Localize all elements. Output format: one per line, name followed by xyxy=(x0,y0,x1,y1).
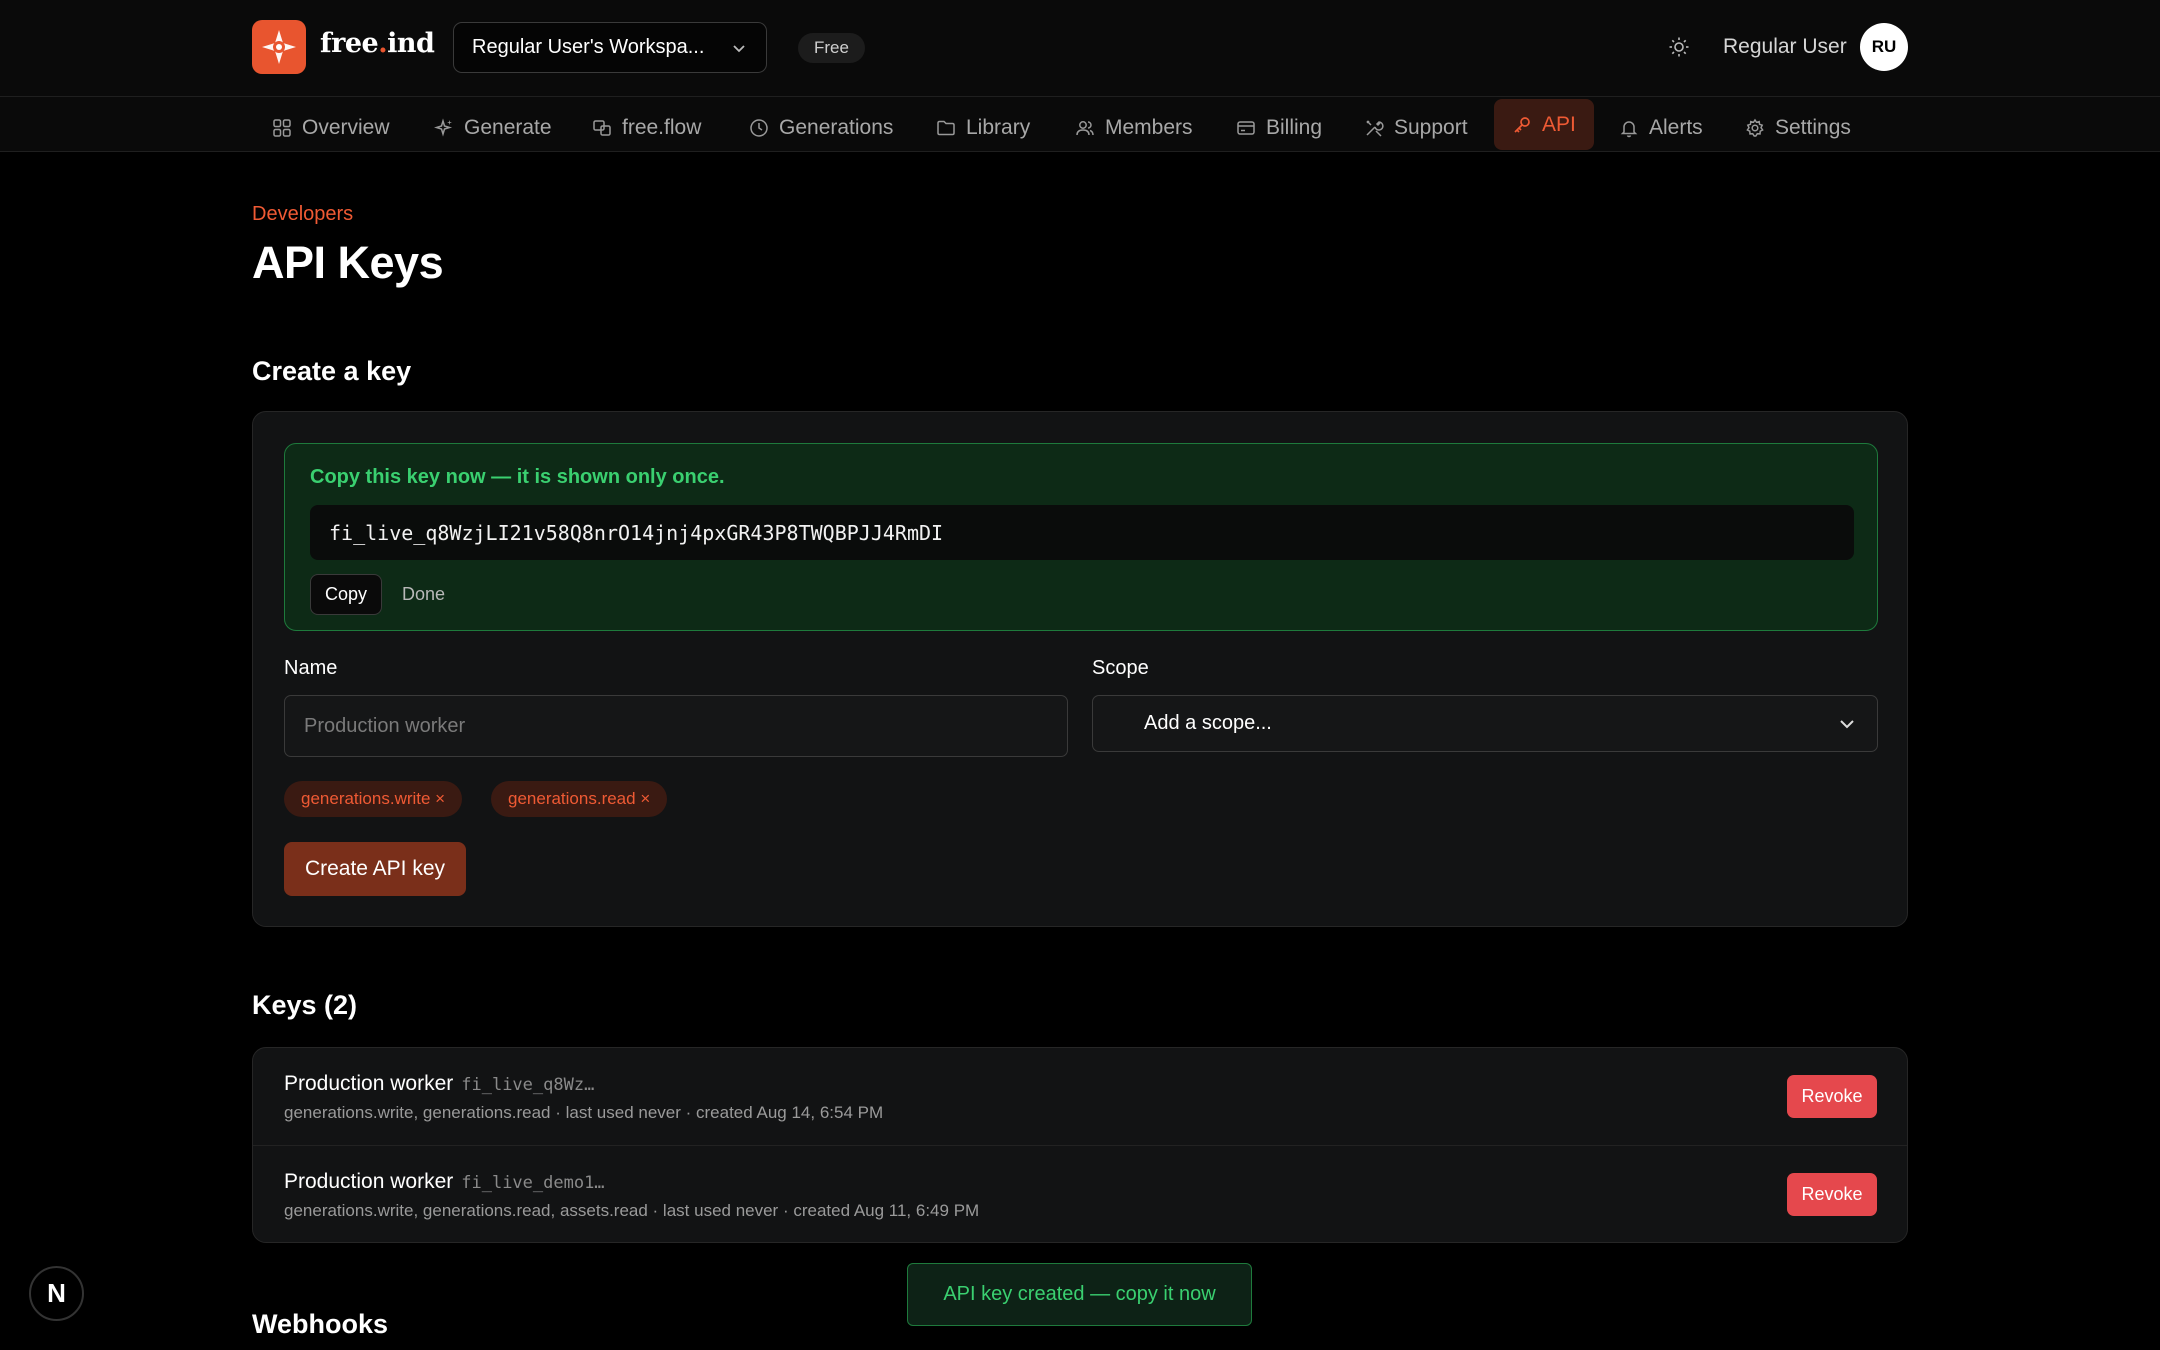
logo-icon[interactable] xyxy=(252,20,306,74)
tools-icon xyxy=(1366,120,1384,137)
tab-api[interactable]: API xyxy=(1494,99,1594,150)
revoke-button[interactable]: Revoke xyxy=(1787,1075,1877,1118)
scope-chip-generations-read[interactable]: generations.read × xyxy=(491,781,668,817)
chevron-down-icon xyxy=(733,45,745,53)
create-key-heading: Create a key xyxy=(252,356,412,386)
folder-icon xyxy=(937,120,955,136)
avatar[interactable]: RU xyxy=(1860,23,1908,71)
plan-badge: Free xyxy=(798,33,865,63)
key-meta: generations.write, generations.read · la… xyxy=(284,1103,884,1122)
workspace-select[interactable]: Regular User's Workspa... xyxy=(453,22,767,73)
tab-generate[interactable]: Generate xyxy=(416,101,570,155)
key-prefix: fi_live_demo1… xyxy=(461,1173,605,1193)
theme-toggle-icon[interactable] xyxy=(1665,33,1693,61)
key-icon xyxy=(1514,116,1530,133)
tab-overview[interactable]: Overview xyxy=(254,101,408,155)
clock-icon xyxy=(750,119,768,137)
flow-icon xyxy=(593,120,611,136)
webhooks-heading: Webhooks xyxy=(252,1309,389,1339)
tab-support[interactable]: Support xyxy=(1346,101,1486,155)
copy-button[interactable]: Copy xyxy=(310,574,383,615)
done-button[interactable]: Done xyxy=(398,574,449,615)
tab-alerts[interactable]: Alerts xyxy=(1601,101,1721,155)
list-item: Production worker fi_live_demo1… generati… xyxy=(253,1145,1907,1242)
chevron-down-icon xyxy=(1840,720,1854,729)
sparkle-icon xyxy=(434,118,453,137)
bell-icon xyxy=(1620,121,1638,138)
keys-list: Production worker fi_live_q8Wz… generatio… xyxy=(252,1047,1908,1243)
tab-members[interactable]: Members xyxy=(1057,101,1211,155)
name-input[interactable] xyxy=(284,695,1068,757)
key-meta: generations.write, generations.read, ass… xyxy=(284,1201,980,1220)
key-prefix: fi_live_q8Wz… xyxy=(461,1075,595,1095)
tab-library[interactable]: Library xyxy=(918,101,1048,155)
gear-icon xyxy=(1746,118,1764,137)
card-icon xyxy=(1237,121,1255,135)
success-message: Copy this key now — it is shown only onc… xyxy=(310,466,725,488)
keys-heading: Keys (2) xyxy=(252,990,358,1020)
workspace-name: Regular User's Workspa... xyxy=(472,36,705,58)
main-nav: Overview Generate free.flow Generations … xyxy=(0,97,2160,152)
tab-generations[interactable]: Generations xyxy=(731,101,911,155)
create-api-key-button[interactable]: Create API key xyxy=(284,842,466,896)
create-key-card: Copy this key now — it is shown only onc… xyxy=(252,411,1908,927)
tab-free-flow[interactable]: free.flow xyxy=(574,101,719,155)
page-title: API Keys xyxy=(252,237,444,288)
key-name: Production worker xyxy=(284,1072,454,1095)
toast-notification: API key created — copy it now xyxy=(907,1263,1252,1326)
grid-icon xyxy=(273,119,291,137)
key-name: Production worker xyxy=(284,1170,454,1193)
new-key-value[interactable]: fi_live_q8WzjLI21v58Q8nrO14jnj4pxGR43P8T… xyxy=(310,505,1854,560)
name-label: Name xyxy=(284,657,338,679)
scope-label: Scope xyxy=(1092,657,1149,679)
users-icon xyxy=(1076,121,1094,136)
new-key-success-box: Copy this key now — it is shown only onc… xyxy=(284,443,1878,631)
scope-select[interactable]: Add a scope... xyxy=(1092,695,1878,752)
page-eyebrow: Developers xyxy=(252,203,354,225)
revoke-button[interactable]: Revoke xyxy=(1787,1173,1877,1216)
user-name[interactable]: Regular User xyxy=(1723,35,1847,59)
top-bar: free.ind Regular User's Workspa... Free … xyxy=(0,0,2160,97)
scope-placeholder: Add a scope... xyxy=(1144,712,1272,734)
brand-name[interactable]: free.ind xyxy=(320,28,435,59)
scope-chip-generations-write[interactable]: generations.write × xyxy=(284,781,463,817)
tab-settings[interactable]: Settings xyxy=(1727,101,1869,155)
dev-tools-badge[interactable]: N xyxy=(29,1266,84,1321)
tab-billing[interactable]: Billing xyxy=(1218,101,1340,155)
list-item: Production worker fi_live_q8Wz… generatio… xyxy=(253,1048,1907,1145)
